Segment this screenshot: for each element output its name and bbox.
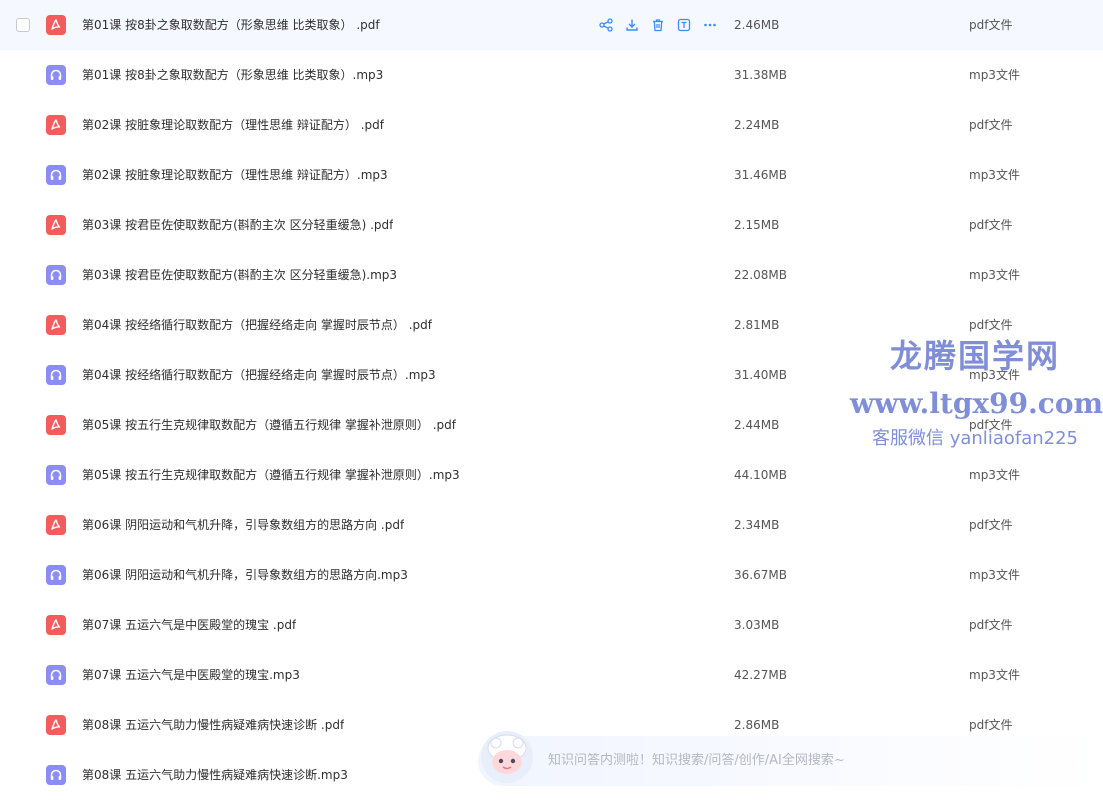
file-size: 2.81MB bbox=[734, 318, 780, 332]
file-row[interactable]: 第05课 按五行生克规律取数配方（遵循五行规律 掌握补泄原则）.mp3 44.10… bbox=[0, 450, 1103, 500]
row-checkbox[interactable] bbox=[16, 18, 30, 32]
file-name[interactable]: 第02课 按脏象理论取数配方（理性思维 辩证配方）.mp3 bbox=[82, 150, 388, 200]
file-name[interactable]: 第07课 五运六气是中医殿堂的瑰宝.mp3 bbox=[82, 650, 300, 700]
file-name[interactable]: 第02课 按脏象理论取数配方（理性思维 辩证配方） .pdf bbox=[82, 100, 384, 150]
file-name[interactable]: 第04课 按经络循行取数配方（把握经络走向 掌握时辰节点）.mp3 bbox=[82, 350, 436, 400]
file-row[interactable]: 第02课 按脏象理论取数配方（理性思维 辩证配方）.mp3 31.46MB mp3文… bbox=[0, 150, 1103, 200]
file-row[interactable]: 第07课 五运六气是中医殿堂的瑰宝.mp3 42.27MB mp3文件 bbox=[0, 650, 1103, 700]
pdf-file-icon bbox=[46, 715, 66, 735]
pdf-file-icon bbox=[46, 15, 66, 35]
file-row[interactable]: 第03课 按君臣佐使取数配方(斟酌主次 区分轻重缓急) .pdf 2.15MB pd… bbox=[0, 200, 1103, 250]
file-name[interactable]: 第05课 按五行生克规律取数配方（遵循五行规律 掌握补泄原则）.mp3 bbox=[82, 450, 460, 500]
file-size: 36.67MB bbox=[734, 568, 787, 582]
file-size: 44.10MB bbox=[734, 468, 787, 482]
file-size: 22.08MB bbox=[734, 268, 787, 282]
file-name[interactable]: 第03课 按君臣佐使取数配方(斟酌主次 区分轻重缓急) .pdf bbox=[82, 200, 393, 250]
share-icon[interactable] bbox=[598, 17, 614, 33]
pdf-file-icon bbox=[46, 415, 66, 435]
rename-icon[interactable] bbox=[676, 17, 692, 33]
file-type: pdf文件 bbox=[969, 118, 1013, 132]
file-size: 2.34MB bbox=[734, 518, 780, 532]
audio-file-icon bbox=[46, 765, 66, 785]
audio-file-icon bbox=[46, 165, 66, 185]
pdf-file-icon bbox=[46, 515, 66, 535]
file-type: mp3文件 bbox=[969, 168, 1020, 182]
file-type: mp3文件 bbox=[969, 668, 1020, 682]
file-row[interactable]: 第01课 按8卦之象取数配方（形象思维 比类取象）.mp3 31.38MB mp3文… bbox=[0, 50, 1103, 100]
download-icon[interactable] bbox=[624, 17, 640, 33]
audio-file-icon bbox=[46, 565, 66, 585]
file-name[interactable]: 第08课 五运六气助力慢性病疑难病快速诊断 .pdf bbox=[82, 700, 344, 750]
file-row[interactable]: 第04课 按经络循行取数配方（把握经络走向 掌握时辰节点） .pdf 2.81MB… bbox=[0, 300, 1103, 350]
file-type: pdf文件 bbox=[969, 218, 1013, 232]
file-name[interactable]: 第03课 按君臣佐使取数配方(斟酌主次 区分轻重缓急).mp3 bbox=[82, 250, 397, 300]
file-type: pdf文件 bbox=[969, 618, 1013, 632]
file-name[interactable]: 第06课 阴阳运动和气机升降，引导象数组方的思路方向 .pdf bbox=[82, 500, 404, 550]
assistant-mascot-icon[interactable] bbox=[478, 728, 536, 786]
audio-file-icon bbox=[46, 65, 66, 85]
ai-assistant-bar[interactable]: 知识问答内测啦！知识搜索/问答/创作/AI全网搜索~ bbox=[478, 731, 1103, 786]
audio-file-icon bbox=[46, 265, 66, 285]
file-size: 42.27MB bbox=[734, 668, 787, 682]
file-row[interactable]: 第06课 阴阳运动和气机升降，引导象数组方的思路方向 .pdf 2.34MB pdf… bbox=[0, 500, 1103, 550]
pdf-file-icon bbox=[46, 615, 66, 635]
file-type: pdf文件 bbox=[969, 18, 1013, 32]
file-type: mp3文件 bbox=[969, 568, 1020, 582]
file-row[interactable]: 第04课 按经络循行取数配方（把握经络走向 掌握时辰节点）.mp3 31.40MB… bbox=[0, 350, 1103, 400]
file-size: 2.44MB bbox=[734, 418, 780, 432]
file-name[interactable]: 第04课 按经络循行取数配方（把握经络走向 掌握时辰节点） .pdf bbox=[82, 300, 432, 350]
pdf-file-icon bbox=[46, 315, 66, 335]
file-type: mp3文件 bbox=[969, 268, 1020, 282]
file-name[interactable]: 第08课 五运六气助力慢性病疑难病快速诊断.mp3 bbox=[82, 750, 348, 800]
more-icon[interactable] bbox=[702, 17, 718, 33]
assistant-prompt-text[interactable]: 知识问答内测啦！知识搜索/问答/创作/AI全网搜索~ bbox=[548, 736, 845, 786]
file-row[interactable]: 第05课 按五行生克规律取数配方（遵循五行规律 掌握补泄原则） .pdf 2.44… bbox=[0, 400, 1103, 450]
audio-file-icon bbox=[46, 365, 66, 385]
row-actions bbox=[598, 17, 718, 33]
file-size: 31.40MB bbox=[734, 368, 787, 382]
file-type: pdf文件 bbox=[969, 318, 1013, 332]
file-name[interactable]: 第05课 按五行生克规律取数配方（遵循五行规律 掌握补泄原则） .pdf bbox=[82, 400, 456, 450]
audio-file-icon bbox=[46, 465, 66, 485]
file-row[interactable]: 第01课 按8卦之象取数配方（形象思维 比类取象） .pdf 2.46MB pdf文… bbox=[0, 0, 1103, 50]
file-row[interactable]: 第06课 阴阳运动和气机升降，引导象数组方的思路方向.mp3 36.67MB mp3… bbox=[0, 550, 1103, 600]
file-size: 31.46MB bbox=[734, 168, 787, 182]
file-name[interactable]: 第07课 五运六气是中医殿堂的瑰宝 .pdf bbox=[82, 600, 296, 650]
pdf-file-icon bbox=[46, 115, 66, 135]
trash-icon[interactable] bbox=[650, 17, 666, 33]
file-list: 第01课 按8卦之象取数配方（形象思维 比类取象） .pdf 2.46MB pdf文… bbox=[0, 0, 1103, 804]
file-name[interactable]: 第01课 按8卦之象取数配方（形象思维 比类取象）.mp3 bbox=[82, 50, 383, 100]
file-type: mp3文件 bbox=[969, 68, 1020, 82]
file-row[interactable]: 第02课 按脏象理论取数配方（理性思维 辩证配方） .pdf 2.24MB pdf文… bbox=[0, 100, 1103, 150]
file-row[interactable]: 第03课 按君臣佐使取数配方(斟酌主次 区分轻重缓急).mp3 22.08MB mp… bbox=[0, 250, 1103, 300]
file-row[interactable]: 第07课 五运六气是中医殿堂的瑰宝 .pdf 3.03MB pdf文件 bbox=[0, 600, 1103, 650]
audio-file-icon bbox=[46, 665, 66, 685]
file-size: 2.24MB bbox=[734, 118, 780, 132]
file-size: 3.03MB bbox=[734, 618, 780, 632]
file-type: mp3文件 bbox=[969, 368, 1020, 382]
file-type: pdf文件 bbox=[969, 418, 1013, 432]
file-type: pdf文件 bbox=[969, 518, 1013, 532]
file-name[interactable]: 第06课 阴阳运动和气机升降，引导象数组方的思路方向.mp3 bbox=[82, 550, 408, 600]
file-size: 31.38MB bbox=[734, 68, 787, 82]
file-name[interactable]: 第01课 按8卦之象取数配方（形象思维 比类取象） .pdf bbox=[82, 0, 380, 50]
file-type: mp3文件 bbox=[969, 468, 1020, 482]
file-size: 2.46MB bbox=[734, 18, 780, 32]
pdf-file-icon bbox=[46, 215, 66, 235]
file-size: 2.15MB bbox=[734, 218, 780, 232]
